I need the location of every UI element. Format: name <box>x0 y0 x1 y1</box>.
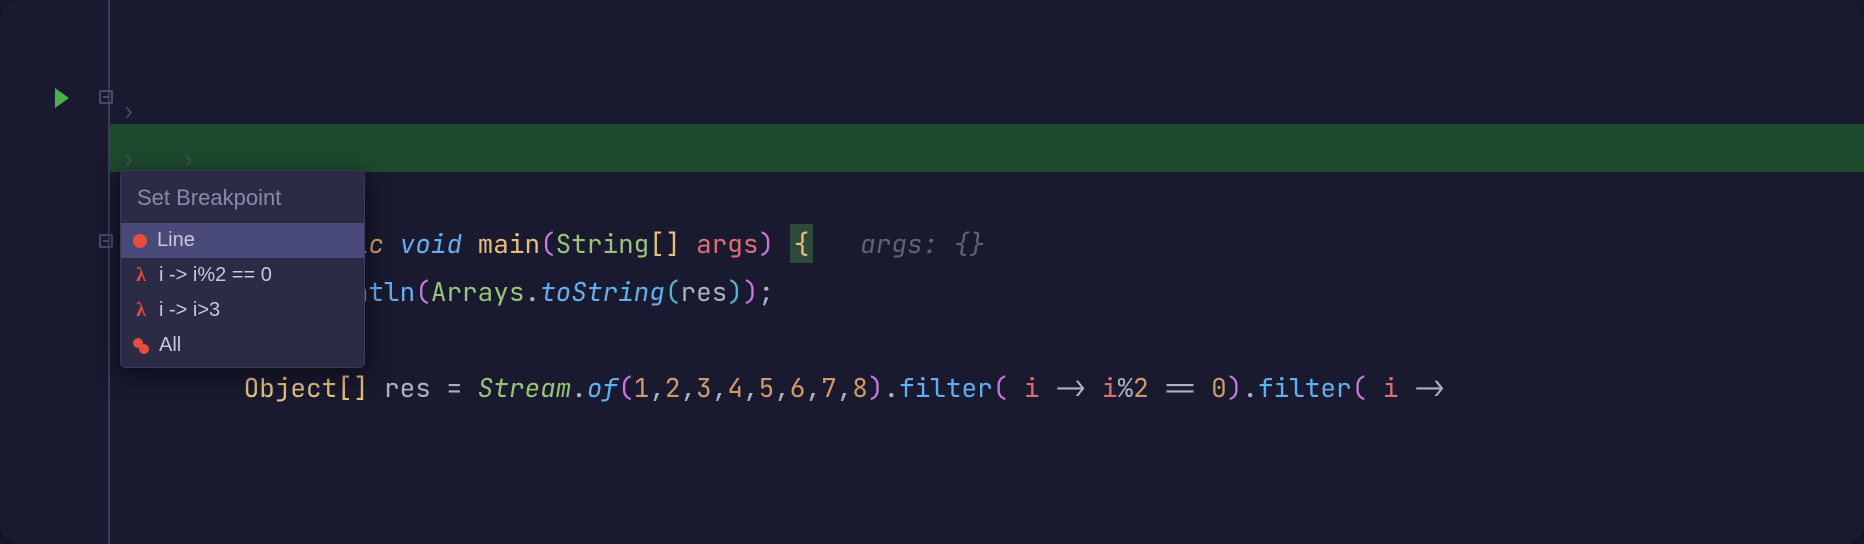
code-line-2[interactable]: › › Object[] res = Stream.of(1,2,3,4,5,6… <box>110 124 1864 172</box>
num: 2 <box>665 370 681 405</box>
num: 4 <box>727 370 743 405</box>
lambda-icon: λ <box>133 264 149 287</box>
code-editor: › public static void main(String[] args)… <box>0 0 1864 544</box>
gutter <box>0 0 110 544</box>
expr-part: 0 <box>1211 370 1227 405</box>
type-string: String <box>556 226 650 261</box>
inline-hint: args: {} <box>860 226 985 261</box>
method-tostring: toString <box>540 274 665 309</box>
param-args: args <box>696 226 758 261</box>
expr-part: % <box>1118 370 1134 405</box>
popup-item-label: i -> i>3 <box>159 299 220 322</box>
num: 6 <box>790 370 806 405</box>
num: 5 <box>759 370 775 405</box>
lambda-arrow: -> <box>1414 370 1445 405</box>
execution-highlight <box>110 124 1864 172</box>
method-filter: filter <box>1258 370 1352 405</box>
method-filter: filter <box>899 370 993 405</box>
code-line-1[interactable]: › public static void main(String[] args)… <box>110 76 1864 124</box>
expr-part: 2 <box>1133 370 1149 405</box>
var-res: res <box>384 370 431 405</box>
run-icon[interactable] <box>55 88 69 108</box>
popup-title: Set Breakpoint <box>121 175 364 223</box>
class-stream: Stream <box>478 370 572 405</box>
brackets: [] <box>649 226 680 261</box>
popup-item-label: Line <box>157 229 195 252</box>
lambda-arrow: -> <box>1055 370 1086 405</box>
num: 7 <box>821 370 837 405</box>
expr-part: == <box>1164 370 1195 405</box>
popup-item-label: i -> i%2 == 0 <box>159 264 272 287</box>
brace-open: { <box>790 224 814 263</box>
num: 8 <box>852 370 868 405</box>
paren-open: ( <box>540 226 556 261</box>
popup-item-label: All <box>159 334 181 357</box>
lambda-var: i <box>1024 370 1040 405</box>
code-line-3[interactable]: out.println(Arrays.toString(res)); <box>110 172 1864 220</box>
type-object: Object <box>244 370 338 405</box>
lambda-icon: λ <box>133 299 149 322</box>
breakpoint-line-icon <box>133 234 147 248</box>
lambda-var: i <box>1383 370 1399 405</box>
paren-close: ) <box>759 226 775 261</box>
class-arrays: Arrays <box>431 274 525 309</box>
breakpoint-all-icon <box>133 338 149 354</box>
expr-part: i <box>1102 370 1118 405</box>
semicolon: ; <box>759 274 775 309</box>
keyword-void: void <box>400 226 462 261</box>
arg-res: res <box>680 274 727 309</box>
breakpoint-option-all[interactable]: All <box>121 328 364 363</box>
breakpoint-option-line[interactable]: Line <box>121 223 364 258</box>
code-area[interactable]: › public static void main(String[] args)… <box>110 0 1864 544</box>
breakpoint-option-lambda[interactable]: λ i -> i%2 == 0 <box>121 258 364 293</box>
method-of: of <box>587 370 618 405</box>
breakpoint-option-lambda[interactable]: λ i -> i>3 <box>121 293 364 328</box>
num: 1 <box>634 370 650 405</box>
breakpoint-popup: Set Breakpoint Line λ i -> i%2 == 0 λ i … <box>120 170 365 368</box>
method-main: main <box>478 226 540 261</box>
num: 3 <box>696 370 712 405</box>
op-eq: = <box>446 370 462 405</box>
brackets: [] <box>337 370 368 405</box>
